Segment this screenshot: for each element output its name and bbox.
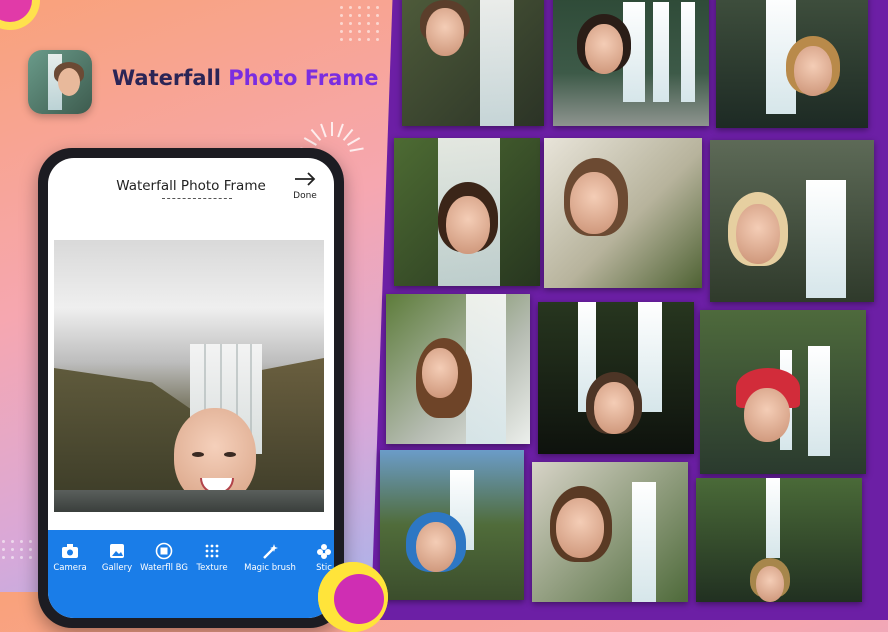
background-icon: [155, 542, 173, 560]
tool-label: Magic brush: [244, 563, 296, 573]
photo-canvas[interactable]: [54, 240, 324, 512]
tool-texture[interactable]: Texture: [182, 542, 242, 573]
texture-icon: [203, 542, 221, 560]
frame-thumbnail[interactable]: [553, 0, 709, 126]
frame-thumbnail[interactable]: [386, 294, 530, 444]
title-underline: [162, 198, 232, 199]
frame-thumbnail[interactable]: [696, 478, 862, 602]
phone-screen: Waterfall Photo Frame Done Camera Galler…: [48, 158, 334, 618]
camera-icon: [61, 542, 79, 560]
frame-thumbnail[interactable]: [394, 138, 540, 286]
app-title-main: Waterfall: [112, 66, 229, 90]
frame-thumbnail[interactable]: [700, 310, 866, 474]
frame-thumbnail[interactable]: [402, 0, 544, 126]
arrow-right-icon: [294, 171, 316, 191]
gallery-icon: [108, 542, 126, 560]
app-title: Waterfall Photo Frame: [112, 66, 378, 90]
tool-magic-brush[interactable]: Magic brush: [240, 542, 300, 573]
frame-thumbnail[interactable]: [380, 450, 524, 600]
tool-sticker[interactable]: Stic: [294, 542, 334, 573]
frame-thumbnail[interactable]: [538, 302, 694, 454]
frame-thumbnail[interactable]: [710, 140, 874, 302]
decor-dots: [340, 6, 380, 41]
app-title-accent: Photo Frame: [228, 66, 379, 90]
done-button[interactable]: Done: [290, 171, 320, 201]
decor-dots-bottom: [2, 540, 42, 559]
done-label: Done: [293, 191, 317, 201]
app-icon: [28, 50, 92, 114]
phone-mockup: Waterfall Photo Frame Done Camera Galler…: [38, 148, 344, 628]
magic-brush-icon: [261, 542, 279, 560]
frame-thumbnail[interactable]: [716, 0, 868, 128]
decor-ring-pink: [334, 574, 384, 624]
sticker-icon: [315, 542, 333, 560]
tool-label: Texture: [196, 563, 228, 573]
frame-thumbnail[interactable]: [532, 462, 688, 602]
frame-thumbnail[interactable]: [544, 138, 702, 288]
editor-toolbar: Camera Gallery Waterfll BG Texture Magic…: [48, 530, 334, 618]
